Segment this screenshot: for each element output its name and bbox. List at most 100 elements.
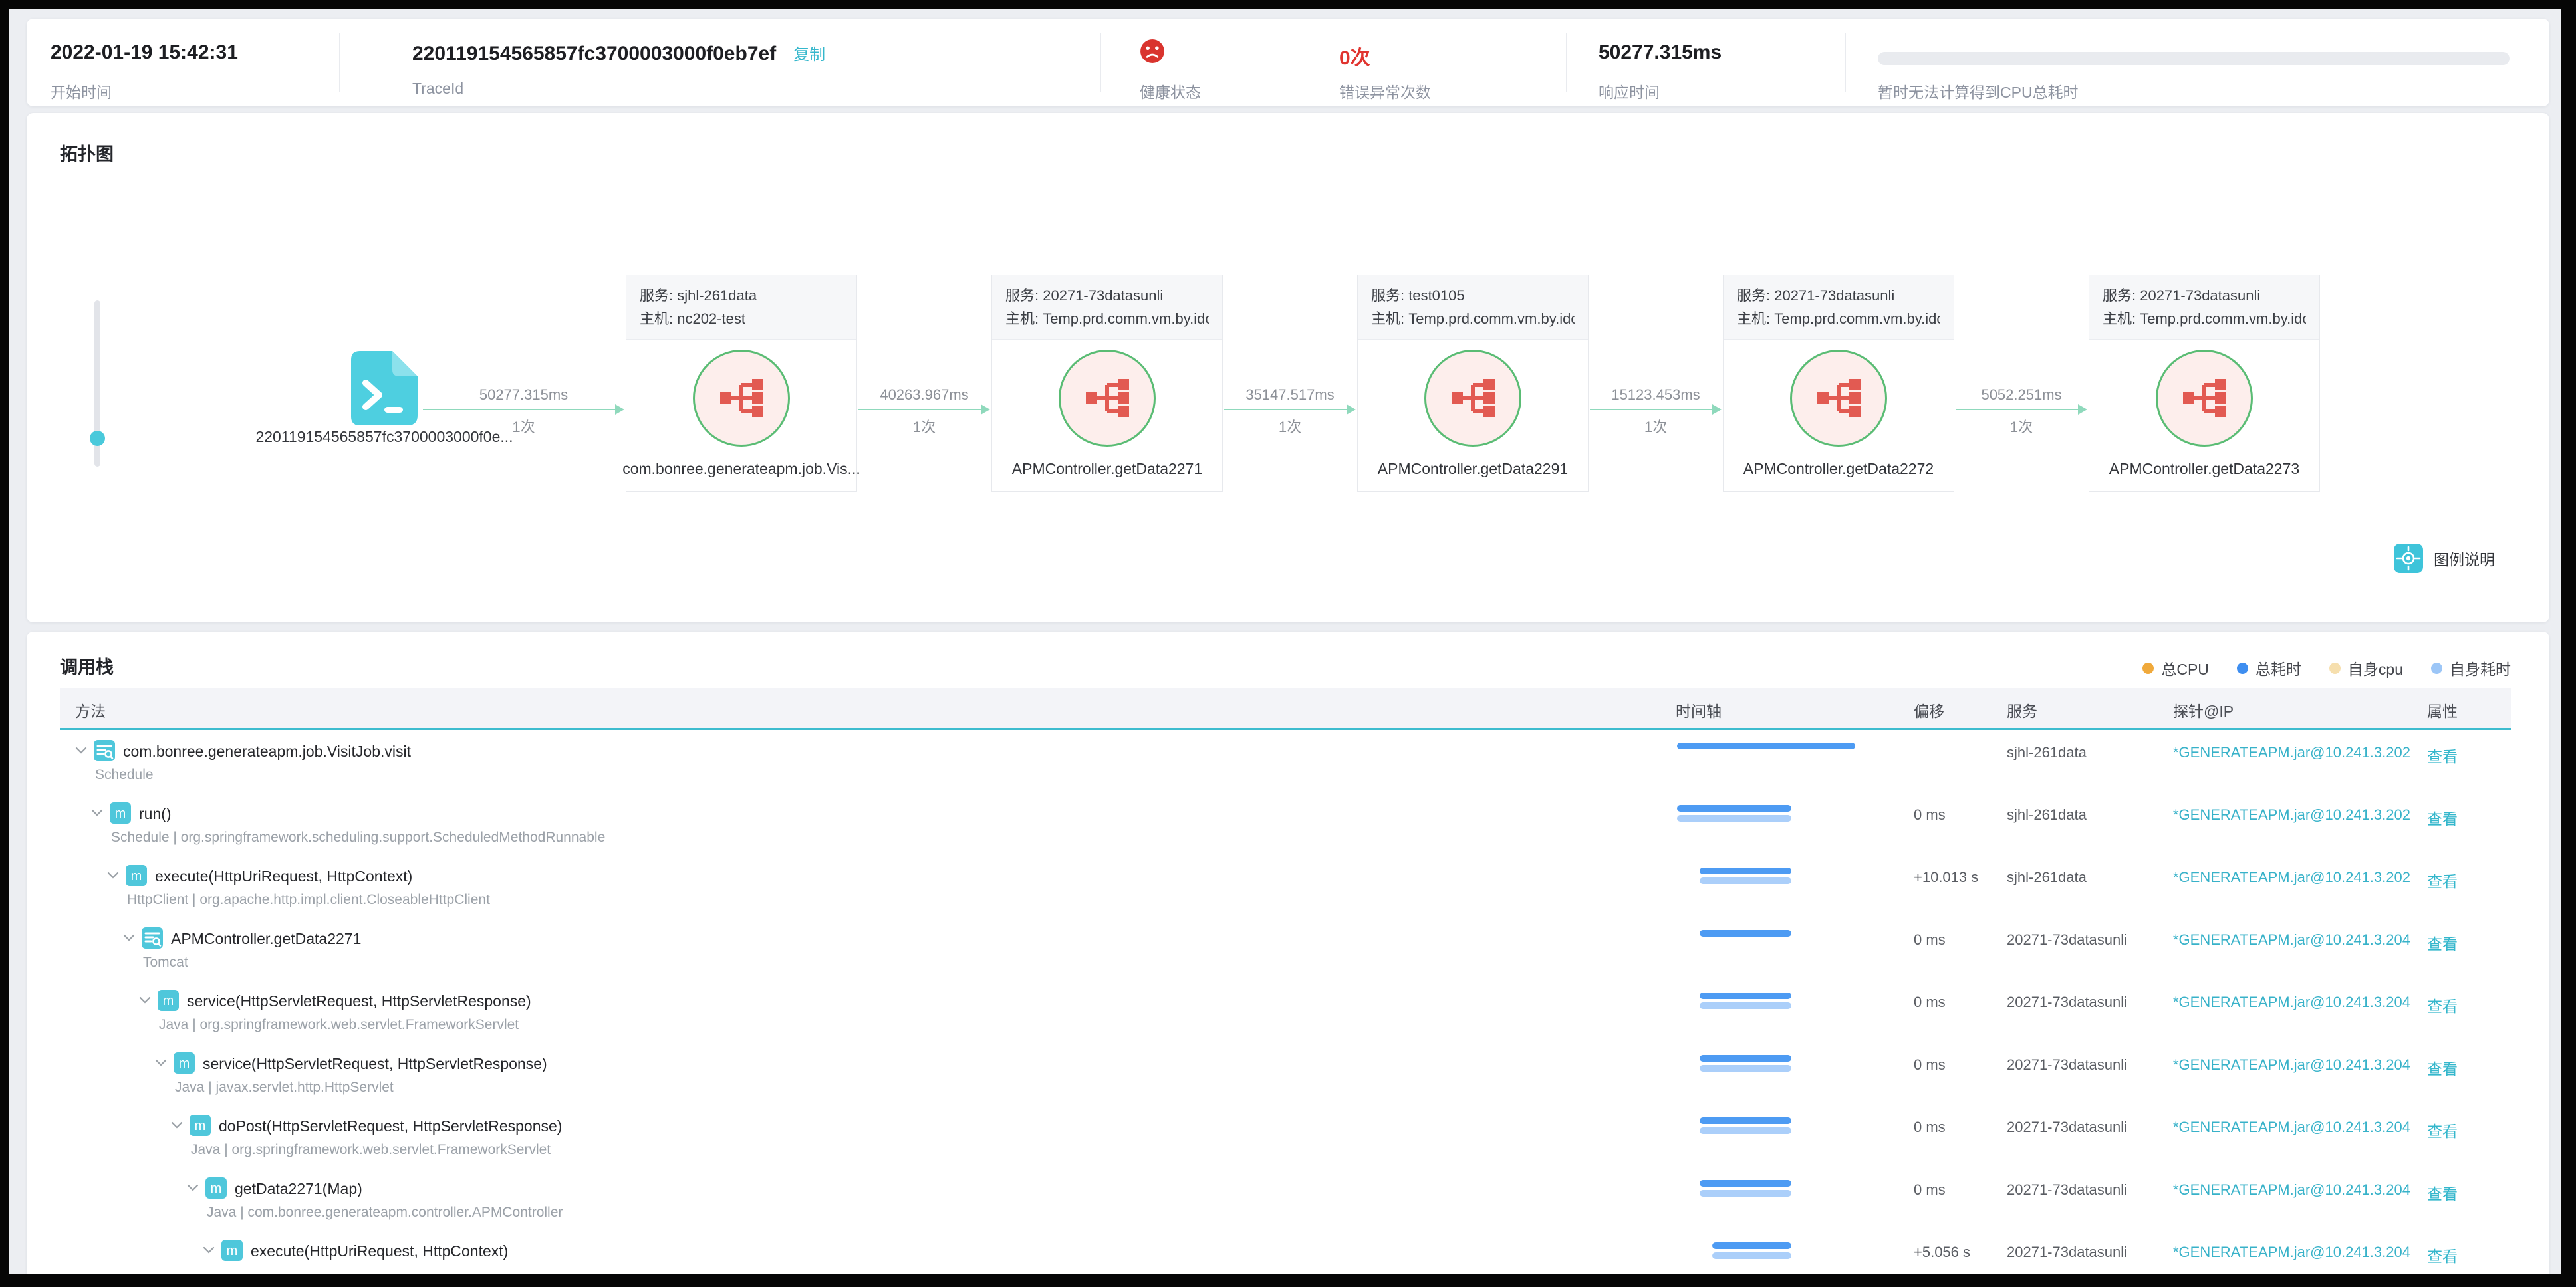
callstack-row[interactable]: m doPost(HttpServletRequest, HttpServlet…: [60, 1115, 2511, 1179]
edge-line: [1590, 409, 1714, 410]
callstack-row[interactable]: m execute(HttpUriRequest, HttpContext) +…: [60, 1240, 2511, 1287]
node-circle[interactable]: [1424, 350, 1521, 447]
legend-help-button[interactable]: 图例说明: [2394, 544, 2495, 573]
method-icon: m: [205, 1177, 227, 1202]
node-service: 服务: sjhl-261data: [640, 287, 757, 304]
node-circle[interactable]: [693, 350, 790, 447]
method-title: service(HttpServletRequest, HttpServletR…: [187, 993, 531, 1010]
probe-link[interactable]: *GENERATEAPM.jar@10.241.3.204: [2173, 1244, 2410, 1261]
view-attributes-link[interactable]: 查看: [2427, 1119, 2458, 1141]
chevron-down-icon[interactable]: [203, 1246, 215, 1258]
node-host: 主机: Temp.prd.comm.vm.by.idc.b...: [1005, 310, 1209, 327]
method-subtitle: Java | javax.servlet.http.HttpServlet: [175, 1080, 394, 1095]
node-circle[interactable]: [1059, 350, 1156, 447]
view-attributes-link[interactable]: 查看: [2427, 744, 2458, 766]
node-circle[interactable]: [2156, 350, 2253, 447]
legend-item-label: 总CPU: [2161, 661, 2209, 678]
offset-value: 0 ms: [1914, 1056, 1946, 1073]
svg-text:m: m: [163, 994, 174, 1008]
topology-service-node[interactable]: 服务: 20271-73datasunli 主机: Temp.prd.comm.…: [1723, 275, 1954, 492]
node-circle[interactable]: [1790, 350, 1887, 447]
chevron-down-icon[interactable]: [171, 1121, 183, 1133]
trace-summary-bar: 2022-01-19 15:42:31 开始时间 220119154565857…: [27, 19, 2549, 106]
chevron-down-icon[interactable]: [91, 808, 103, 821]
chevron-down-icon[interactable]: [187, 1183, 199, 1196]
edge-count: 1次: [1644, 419, 1668, 435]
service-value: 20271-73datasunli: [2007, 1181, 2128, 1198]
view-attributes-link[interactable]: 查看: [2427, 1056, 2458, 1079]
view-attributes-link[interactable]: 查看: [2427, 994, 2458, 1016]
probe-link[interactable]: *GENERATEAPM.jar@10.241.3.204: [2173, 931, 2410, 949]
view-attributes-link[interactable]: 查看: [2427, 806, 2458, 829]
probe-link[interactable]: *GENERATEAPM.jar@10.241.3.204: [2173, 994, 2410, 1011]
sitemap-icon: [1086, 379, 1129, 417]
node-endpoint-label: APMController.getData2271: [1011, 460, 1203, 477]
probe-link[interactable]: *GENERATEAPM.jar@10.241.3.204: [2173, 1056, 2410, 1074]
topology-service-node[interactable]: 服务: 20271-73datasunli 主机: Temp.prd.comm.…: [991, 275, 1223, 492]
probe-link[interactable]: *GENERATEAPM.jar@10.241.3.202: [2173, 869, 2410, 886]
callstack-row[interactable]: m execute(HttpUriRequest, HttpContext) H…: [60, 865, 2511, 929]
method-subtitle: Java | org.springframework.web.servlet.F…: [159, 1017, 519, 1032]
callstack-row[interactable]: m service(HttpServletRequest, HttpServle…: [60, 990, 2511, 1054]
probe-link[interactable]: *GENERATEAPM.jar@10.241.3.204: [2173, 1181, 2410, 1199]
service-value: 20271-73datasunli: [2007, 1119, 2128, 1135]
col-timeline: 时间轴: [1676, 703, 1722, 720]
chevron-down-icon[interactable]: [123, 933, 135, 946]
callstack-row[interactable]: m getData2271(Map) Java | com.bonree.gen…: [60, 1177, 2511, 1241]
topology-service-node[interactable]: 服务: sjhl-261data 主机: nc202-test com.bonr…: [622, 275, 860, 492]
method-icon: m: [174, 1052, 195, 1077]
topology-service-node[interactable]: 服务: 20271-73datasunli 主机: Temp.prd.comm.…: [2089, 275, 2320, 492]
callstack-row[interactable]: m APMController.getData2271 Tomcat 0 ms …: [60, 927, 2511, 991]
timeline-bar-self: [1700, 1002, 1791, 1009]
probe-link[interactable]: *GENERATEAPM.jar@10.241.3.202: [2173, 744, 2410, 761]
callstack-table-header: 方法 时间轴 偏移 服务 探针@IP 属性: [60, 688, 2511, 730]
callstack-row[interactable]: m com.bonree.generateapm.job.VisitJob.vi…: [60, 740, 2511, 804]
offset-value: 0 ms: [1914, 994, 1946, 1010]
edge-duration: 5052.251ms: [1981, 386, 2062, 403]
view-attributes-link[interactable]: 查看: [2427, 869, 2458, 891]
service-value: 20271-73datasunli: [2007, 994, 2128, 1010]
edge-count: 1次: [912, 419, 936, 435]
response-time-label: 响应时间: [1599, 84, 1660, 101]
svg-text:m: m: [179, 1056, 190, 1071]
probe-link[interactable]: *GENERATEAPM.jar@10.241.3.202: [2173, 806, 2410, 824]
chevron-down-icon[interactable]: [139, 996, 151, 1008]
col-probe: 探针@IP: [2173, 703, 2234, 720]
divider: [1566, 33, 1567, 92]
offset-value: 0 ms: [1914, 806, 1946, 823]
timeline-bar-self: [1712, 1252, 1791, 1259]
method-icon: m: [126, 865, 147, 889]
topology-service-node[interactable]: 服务: test0105 主机: Temp.prd.comm.vm.by.idc…: [1357, 275, 1589, 492]
probe-link[interactable]: *GENERATEAPM.jar@10.241.3.204: [2173, 1119, 2410, 1136]
cpu-time-label: 暂时无法计算得到CPU总耗时: [1878, 84, 2079, 101]
callstack-row[interactable]: m service(HttpServletRequest, HttpServle…: [60, 1052, 2511, 1116]
legend-item-label: 自身耗时: [2450, 661, 2511, 678]
svg-text:m: m: [227, 1244, 238, 1258]
chevron-down-icon[interactable]: [75, 746, 87, 759]
timeline-bar-total: [1700, 1117, 1791, 1124]
zoom-slider-thumb[interactable]: [90, 431, 105, 446]
copy-trace-id-button[interactable]: 复制: [793, 46, 825, 64]
topology-edge: 15123.453ms 1次: [1590, 386, 1722, 439]
edge-duration: 35147.517ms: [1245, 386, 1335, 403]
timeline-bar-total: [1700, 930, 1791, 937]
view-attributes-link[interactable]: 查看: [2427, 1181, 2458, 1204]
edge-line: [1956, 409, 2079, 410]
node-host: 主机: Temp.prd.comm.vm.by.idc.b...: [1371, 310, 1575, 327]
sitemap-icon: [720, 379, 763, 417]
chevron-down-icon[interactable]: [155, 1058, 167, 1071]
legend-item: 总耗时: [2236, 657, 2301, 679]
cpu-progress-bar: [1878, 52, 2510, 65]
callstack-panel: 调用栈 总CPU 总耗时 自身cpu 自身耗时 方法 时间轴 偏移 服务 探针@…: [27, 632, 2549, 1274]
job-document-icon: [94, 740, 115, 764]
view-attributes-link[interactable]: 查看: [2427, 1244, 2458, 1266]
view-attributes-link[interactable]: 查看: [2427, 931, 2458, 954]
col-method: 方法: [75, 703, 106, 720]
callstack-row[interactable]: m run() Schedule | org.springframework.s…: [60, 802, 2511, 866]
health-sad-face-icon: [1140, 39, 1164, 63]
topology-title: 拓扑图: [60, 144, 114, 164]
method-title: getData2271(Map): [235, 1180, 362, 1197]
node-header: 服务: sjhl-261data 主机: nc202-test: [626, 275, 856, 340]
chevron-down-icon[interactable]: [107, 871, 119, 883]
legend-button-label: 图例说明: [2434, 551, 2495, 568]
